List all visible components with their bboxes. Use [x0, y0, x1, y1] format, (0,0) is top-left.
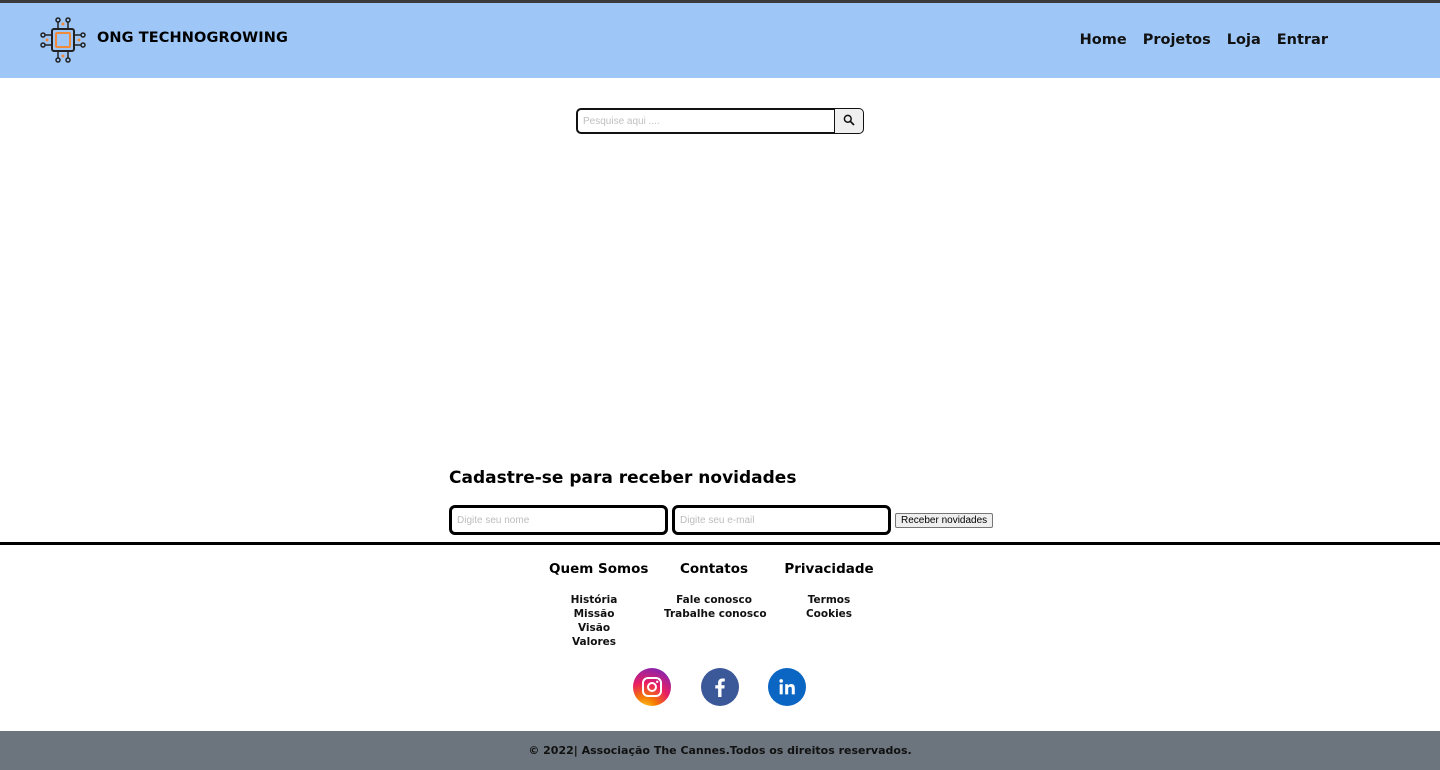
- linkedin-icon[interactable]: [768, 668, 806, 706]
- footer-link-termos[interactable]: Termos: [784, 593, 874, 607]
- email-field[interactable]: [672, 505, 891, 535]
- search-input[interactable]: [576, 108, 835, 134]
- footer-link-missao[interactable]: Missão: [549, 607, 639, 621]
- footer-link-valores[interactable]: Valores: [549, 635, 639, 649]
- footer-link-cookies[interactable]: Cookies: [784, 607, 874, 621]
- footer-column-quem-somos: Quem Somos História Missão Visão Valores: [549, 561, 649, 649]
- brand-name: ONG TECHNOGROWING: [97, 30, 288, 46]
- search-bar: [576, 108, 864, 134]
- footer-column-privacidade: Privacidade Termos Cookies: [784, 561, 874, 621]
- footer-link-historia[interactable]: História: [549, 593, 639, 607]
- instagram-icon[interactable]: [633, 668, 671, 706]
- footer-link-visao[interactable]: Visão: [549, 621, 639, 635]
- newsletter-title: Cadastre-se para receber novidades: [449, 468, 797, 488]
- nav-entrar[interactable]: Entrar: [1277, 32, 1328, 48]
- nav-home[interactable]: Home: [1080, 32, 1127, 48]
- footer-column-contatos: Contatos Fale conosco Trabalhe conosco: [664, 561, 767, 621]
- main-nav: Home Projetos Loja Entrar: [1080, 32, 1328, 48]
- footer-heading: Contatos: [679, 561, 749, 577]
- name-field[interactable]: [449, 505, 668, 535]
- copyright-text: © 2022| Associação The Cannes.Todos os d…: [528, 744, 912, 757]
- footer-link-trabalhe-conosco[interactable]: Trabalhe conosco: [664, 607, 767, 621]
- footer-link-fale-conosco[interactable]: Fale conosco: [664, 593, 764, 607]
- copyright-bar: © 2022| Associação The Cannes.Todos os d…: [0, 731, 1440, 770]
- search-button[interactable]: [835, 108, 864, 134]
- search-icon: [843, 114, 855, 129]
- nav-loja[interactable]: Loja: [1227, 32, 1261, 48]
- subscribe-button[interactable]: Receber novidades: [895, 512, 994, 528]
- nav-projetos[interactable]: Projetos: [1143, 32, 1211, 48]
- site-header: ONG TECHNOGROWING Home Projetos Loja Ent…: [0, 3, 1440, 78]
- footer-heading: Privacidade: [784, 561, 874, 577]
- footer-heading: Quem Somos: [549, 561, 649, 577]
- newsletter-form: Receber novidades: [449, 505, 994, 535]
- circuit-chip-icon[interactable]: [38, 15, 88, 65]
- facebook-icon[interactable]: [701, 668, 739, 706]
- footer-divider: [0, 542, 1440, 545]
